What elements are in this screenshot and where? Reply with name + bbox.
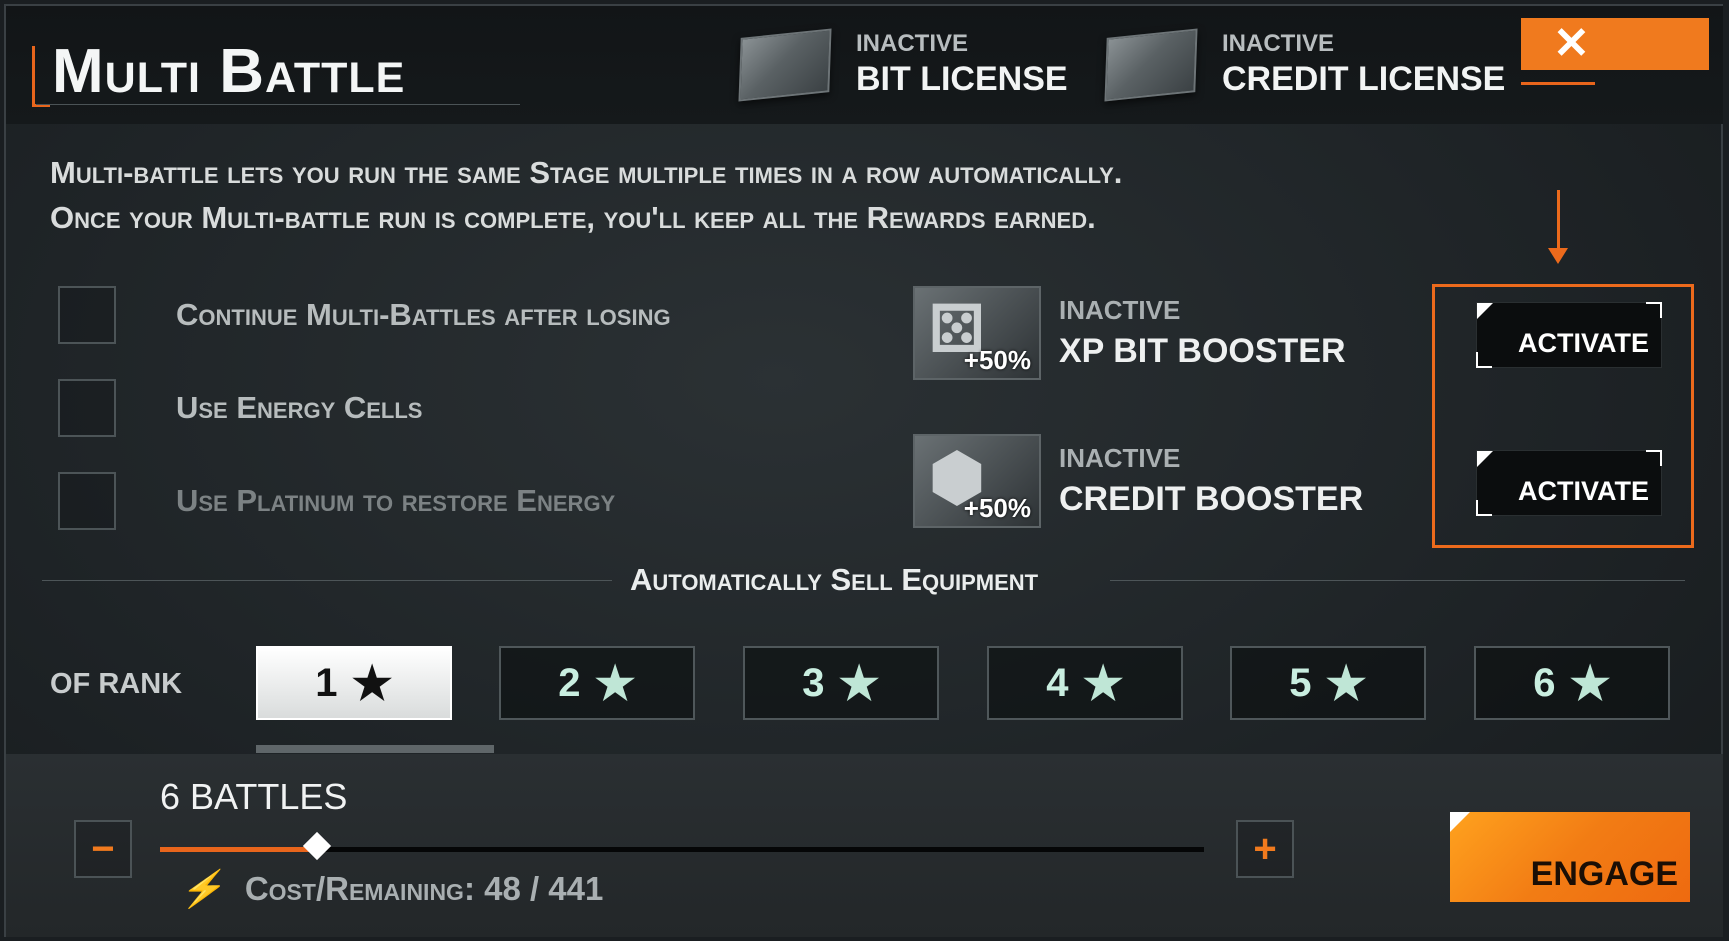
- credit-coin-icon: ⬢ +50%: [913, 434, 1041, 528]
- divider: [42, 580, 612, 581]
- license-status: INACTIVE: [1222, 30, 1335, 57]
- battles-slider[interactable]: [160, 831, 1204, 861]
- plus-icon: +: [1253, 826, 1277, 871]
- rank-number: 4: [1046, 660, 1069, 705]
- corner-decoration: [1646, 302, 1662, 318]
- rank-number: 5: [1289, 660, 1312, 705]
- minus-icon: −: [91, 826, 115, 871]
- option-label: Use Energy Cells: [176, 390, 423, 425]
- star-icon: ★: [1082, 657, 1124, 709]
- license-name: BIT LICENSE: [856, 60, 1068, 98]
- page-title: Multi Battle: [52, 37, 406, 106]
- rank-5-button[interactable]: 5 ★: [1230, 646, 1426, 720]
- star-icon: ★: [351, 657, 393, 709]
- option-label: Use Platinum to restore Energy: [176, 483, 616, 518]
- rank-1-button[interactable]: 1 ★: [256, 646, 452, 720]
- engage-button[interactable]: ENGAGE: [1450, 812, 1690, 902]
- corner-decoration: [1646, 450, 1662, 466]
- xp-bit-booster: ⚄ +50% INACTIVE XP BIT BOOSTER: [913, 286, 1346, 380]
- rank-number: 3: [802, 660, 825, 705]
- close-icon: ✕: [1553, 19, 1590, 68]
- arrow-down-icon: [1548, 248, 1568, 264]
- star-icon: ★: [838, 657, 880, 709]
- close-accent: [1521, 82, 1595, 85]
- booster-name: XP BIT BOOSTER: [1059, 332, 1346, 370]
- rank-label: OF RANK: [50, 668, 183, 700]
- slider-fill: [160, 847, 317, 852]
- booster-bonus: +50%: [963, 345, 1031, 375]
- checkbox: [58, 472, 116, 530]
- description: Multi-battle lets you run the same Stage…: [50, 150, 1122, 240]
- license-card-icon: [738, 27, 832, 102]
- booster-bonus: +50%: [963, 493, 1031, 523]
- title-accent: [32, 46, 35, 106]
- rank-number: 2: [558, 660, 581, 705]
- rank-6-button[interactable]: 6 ★: [1474, 646, 1670, 720]
- energy-bolt-icon: ⚡: [177, 868, 232, 909]
- option-use-platinum: Use Platinum to restore Energy: [58, 472, 615, 530]
- license-name: CREDIT LICENSE: [1222, 60, 1506, 98]
- option-label: Continue Multi-Battles after losing: [176, 297, 671, 332]
- highlight-arrow: [1557, 190, 1560, 252]
- activate-credit-booster-button[interactable]: ACTIVATE: [1476, 450, 1662, 516]
- rank-2-button[interactable]: 2 ★: [499, 646, 695, 720]
- credit-license[interactable]: INACTIVE CREDIT LICENSE: [1104, 27, 1506, 102]
- divider: [1110, 580, 1685, 581]
- cost-text: Cost/Remaining: 48 / 441: [244, 870, 604, 907]
- booster-status: INACTIVE: [1059, 295, 1181, 325]
- section-title: Automatically Sell Equipment: [630, 562, 1039, 597]
- booster-name: CREDIT BOOSTER: [1059, 480, 1364, 518]
- corner-decoration: [1476, 352, 1492, 368]
- divider: [36, 104, 520, 105]
- rank-3-button[interactable]: 3 ★: [743, 646, 939, 720]
- decrease-battles-button[interactable]: −: [74, 820, 132, 878]
- star-icon: ★: [1325, 657, 1367, 709]
- star-icon: ★: [594, 657, 636, 709]
- description-line: Once your Multi-battle run is complete, …: [50, 200, 1096, 235]
- rank-selection-indicator: [256, 745, 494, 753]
- button-label: ACTIVATE: [1518, 328, 1649, 358]
- rank-4-button[interactable]: 4 ★: [987, 646, 1183, 720]
- rank-number: 1: [315, 660, 338, 705]
- rank-number: 6: [1533, 660, 1556, 705]
- star-icon: ★: [1569, 657, 1611, 709]
- bit-license[interactable]: INACTIVE BIT LICENSE: [738, 27, 1068, 102]
- increase-battles-button[interactable]: +: [1236, 820, 1294, 878]
- button-label: ACTIVATE: [1518, 476, 1649, 506]
- activate-xp-booster-button[interactable]: ACTIVATE: [1476, 302, 1662, 368]
- license-card-icon: [1104, 27, 1198, 102]
- option-use-energy-cells[interactable]: Use Energy Cells: [58, 379, 422, 437]
- close-button[interactable]: ✕: [1521, 18, 1709, 70]
- corner-decoration: [1476, 500, 1492, 516]
- description-line: Multi-battle lets you run the same Stage…: [50, 155, 1123, 190]
- cost-remaining: ⚡ Cost/Remaining: 48 / 441: [178, 868, 604, 910]
- dice-icon: ⚄ +50%: [913, 286, 1041, 380]
- license-status: INACTIVE: [856, 30, 969, 57]
- battles-count: 6 BATTLES: [160, 776, 348, 817]
- checkbox[interactable]: [58, 286, 116, 344]
- credit-booster: ⬢ +50% INACTIVE CREDIT BOOSTER: [913, 434, 1363, 528]
- button-label: ENGAGE: [1530, 855, 1678, 893]
- option-continue-after-losing[interactable]: Continue Multi-Battles after losing: [58, 286, 671, 344]
- checkbox[interactable]: [58, 379, 116, 437]
- booster-status: INACTIVE: [1059, 443, 1181, 473]
